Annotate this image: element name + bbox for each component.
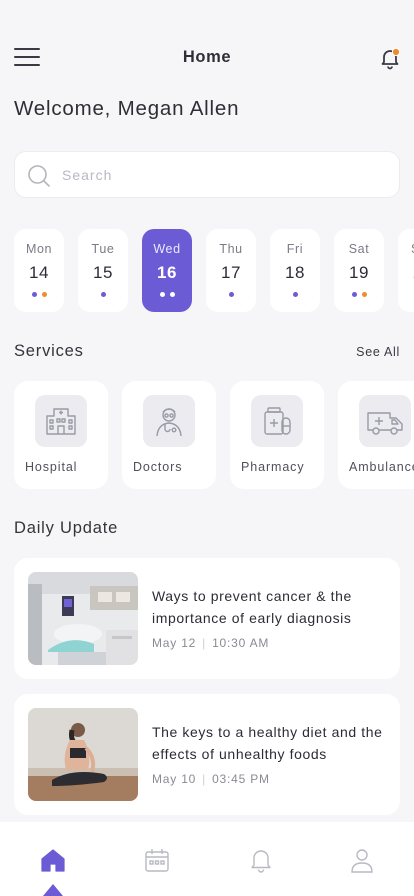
day-wed-selected[interactable]: Wed 16 [142, 229, 192, 312]
day-number: 16 [157, 263, 177, 282]
service-doctors[interactable]: Doctors [122, 381, 216, 489]
news-meta: May 10 | 03:45 PM [152, 772, 270, 786]
active-tab-indicator [43, 884, 63, 896]
day-mon[interactable]: Mon 14 [14, 229, 64, 312]
event-dot [169, 292, 175, 297]
event-dot [292, 292, 298, 297]
event-dot [41, 292, 47, 297]
services-list: Hospital Doctors Pharmacy Ambulance [14, 381, 414, 489]
news-card[interactable]: Ways to prevent cancer & the importance … [14, 558, 400, 679]
day-number: 17 [221, 263, 241, 282]
service-hospital[interactable]: Hospital [14, 381, 108, 489]
news-title: The keys to a healthy diet and the effec… [152, 724, 383, 762]
event-dot [31, 292, 37, 297]
hospital-icon [35, 395, 87, 447]
event-dots [334, 292, 384, 298]
notification-bell-icon[interactable] [378, 46, 402, 70]
doctor-icon [143, 395, 195, 447]
bell-icon[interactable] [247, 846, 275, 874]
service-label: Doctors [133, 460, 183, 474]
day-tue[interactable]: Tue 15 [78, 229, 128, 312]
service-label: Pharmacy [241, 460, 305, 474]
news-meta: May 12 | 10:30 AM [152, 636, 269, 650]
event-dots [78, 292, 128, 298]
day-name: Wed [153, 242, 181, 256]
meta-separator: | [202, 772, 207, 786]
search-bar[interactable] [14, 151, 400, 198]
day-number: 19 [349, 263, 369, 282]
home-icon[interactable] [39, 846, 67, 874]
pharmacy-icon [251, 395, 303, 447]
header: Home [0, 40, 414, 76]
welcome-heading: Welcome, Megan Allen [14, 97, 240, 120]
event-dot [361, 292, 367, 297]
day-number: 20 [398, 263, 414, 283]
day-number: 18 [285, 263, 305, 282]
day-sun[interactable]: Sun 20 [398, 229, 414, 312]
news-time: 10:30 AM [212, 636, 270, 650]
date-selector: Mon 14 Tue 15 Wed 16 Thu 17 Fri 18 Sat 1… [14, 229, 414, 312]
service-label: Hospital [25, 460, 78, 474]
dental-clinic-photo [28, 572, 138, 665]
day-fri[interactable]: Fri 18 [270, 229, 320, 312]
calendar-icon[interactable] [143, 846, 171, 874]
news-date: May 10 [152, 772, 197, 786]
service-ambulance[interactable]: Ambulance [338, 381, 414, 489]
service-pharmacy[interactable]: Pharmacy [230, 381, 324, 489]
meta-separator: | [202, 636, 207, 650]
day-name: Mon [25, 242, 53, 256]
search-icon [27, 164, 51, 193]
event-dot [228, 292, 234, 297]
day-name: Sat [348, 242, 370, 256]
page-title: Home [182, 48, 232, 66]
day-name: Tue [91, 242, 115, 256]
daily-update-heading: Daily Update [14, 519, 119, 537]
user-icon[interactable] [348, 846, 376, 874]
bottom-tab-bar [0, 822, 414, 896]
event-dot [100, 292, 106, 297]
news-date: May 12 [152, 636, 197, 650]
news-time: 03:45 PM [212, 772, 270, 786]
day-name: Fri [286, 242, 304, 256]
day-name: Sun [398, 242, 414, 256]
event-dot [351, 292, 357, 297]
day-sat[interactable]: Sat 19 [334, 229, 384, 312]
day-name: Thu [219, 242, 243, 256]
see-all-link[interactable]: See All [356, 345, 400, 359]
day-number: 14 [29, 263, 49, 282]
search-input[interactable] [62, 164, 382, 186]
event-dots [142, 292, 192, 298]
event-dots [270, 292, 320, 298]
ambulance-icon [359, 395, 411, 447]
day-thu[interactable]: Thu 17 [206, 229, 256, 312]
yoga-woman-photo [28, 708, 138, 801]
event-dots [14, 292, 64, 298]
event-dot [159, 292, 165, 297]
service-label: Ambulance [349, 460, 414, 474]
day-number: 15 [93, 263, 113, 282]
news-title: Ways to prevent cancer & the importance … [152, 588, 352, 626]
services-heading: Services [14, 342, 84, 360]
event-dots [206, 292, 256, 298]
news-card[interactable]: The keys to a healthy diet and the effec… [14, 694, 400, 815]
